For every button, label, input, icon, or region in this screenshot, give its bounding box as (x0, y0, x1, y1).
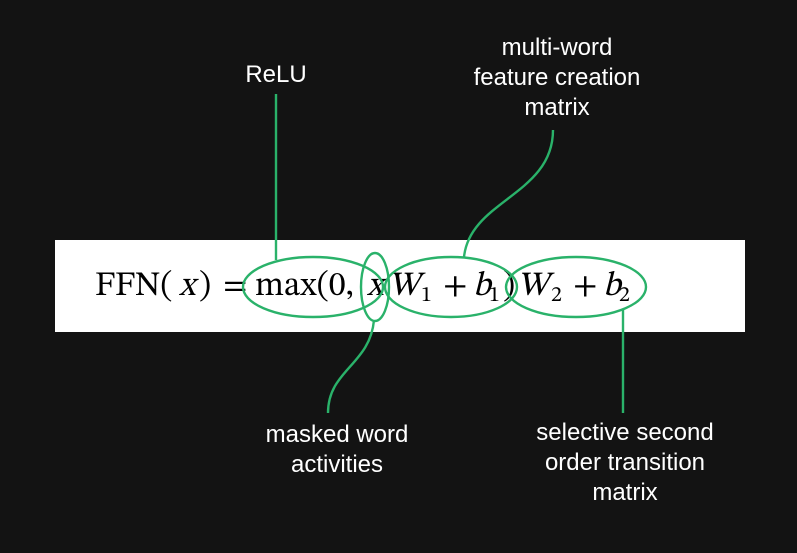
eq-x-arg: x (179, 266, 195, 309)
connector-masked (328, 320, 374, 413)
eq-close1: ) (199, 266, 211, 309)
eq-max: max(0, (255, 266, 354, 309)
eq-ffn: FFN( (95, 266, 172, 309)
label-masked-word-activities: masked word activities (227, 420, 447, 480)
eq-x: x (367, 266, 383, 309)
eq-close2: ) (503, 266, 515, 309)
eq-b2-sub: 2 (619, 282, 630, 310)
label-selective-second-order-transition-matrix: selective second order transition matrix (500, 418, 750, 508)
eq-b1-sub: 1 (489, 282, 500, 310)
label-multiword-feature-creation-matrix: multi-word feature creation matrix (427, 33, 687, 123)
eq-plus2: + (573, 266, 597, 309)
eq-W1: W (388, 266, 420, 309)
diagram-stage: ReLU multi-word feature creation matrix … (0, 0, 797, 553)
eq-W1-sub: 1 (421, 282, 432, 310)
eq-equals: = (223, 266, 247, 309)
eq-W2-sub: 2 (551, 282, 562, 310)
equation-strip: FFN( x ) = max(0, x W 1 + b 1 ) W 2 + b … (55, 240, 745, 332)
ffn-equation: FFN( x ) = max(0, x W 1 + b 1 ) W 2 + b … (55, 240, 745, 332)
eq-W2: W (517, 266, 549, 309)
eq-plus1: + (443, 266, 467, 309)
connector-multiword (464, 130, 553, 257)
label-relu: ReLU (226, 60, 326, 90)
